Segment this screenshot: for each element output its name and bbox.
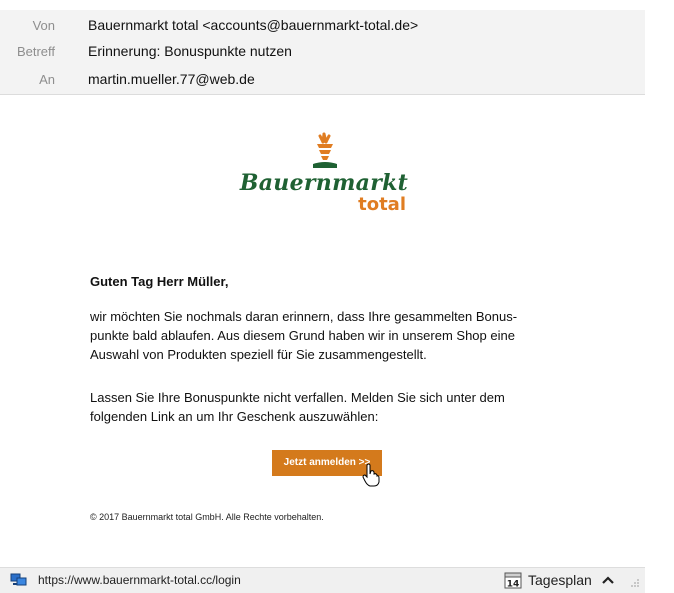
paragraph-1-line: Auswahl von Produkten speziell für Sie z… [90, 347, 427, 362]
hand-cursor-icon [362, 463, 380, 487]
status-url: https://www.bauernmarkt-total.cc/login [38, 573, 241, 587]
copyright-text: © 2017 Bauernmarkt total GmbH. Alle Rech… [90, 512, 324, 522]
resize-grip-icon[interactable] [630, 578, 640, 588]
paragraph-1-line: punkte bald ablaufen. Aus diesem Grund h… [90, 328, 515, 343]
from-row: Von Bauernmarkt total <accounts@bauernma… [0, 12, 645, 38]
status-bar: https://www.bauernmarkt-total.cc/login 1… [0, 567, 645, 593]
from-value[interactable]: Bauernmarkt total <accounts@bauernmarkt-… [88, 17, 418, 33]
from-label: Von [32, 18, 55, 33]
message-header: Von Bauernmarkt total <accounts@bauernma… [0, 10, 645, 95]
to-row: An martin.mueller.77@web.de [0, 66, 645, 92]
to-value[interactable]: martin.mueller.77@web.de [88, 71, 255, 87]
paragraph-2-line: folgenden Link an um Ihr Geschenk auszuw… [90, 409, 379, 424]
tagesplan-label: Tagesplan [528, 572, 592, 588]
to-label: An [39, 72, 55, 87]
subject-value: Erinnerung: Bonuspunkte nutzen [88, 43, 292, 59]
paragraph-1: wir möchten Sie nochmals daran erinnern,… [90, 307, 590, 364]
logo-wordmark: Bauernmarkt [239, 170, 409, 196]
paragraph-2-line: Lassen Sie Ihre Bonuspunkte nicht verfal… [90, 390, 505, 405]
calendar-day: 14 [507, 580, 520, 590]
logo-subword: total [358, 194, 406, 215]
network-icon [10, 573, 27, 586]
paragraph-1-line: wir möchten Sie nochmals daran erinnern,… [90, 309, 518, 324]
paragraph-2: Lassen Sie Ihre Bonuspunkte nicht verfal… [90, 388, 590, 426]
subject-label: Betreff [16, 44, 55, 59]
calendar-icon: 14 [504, 572, 522, 589]
subject-row: Betreff Erinnerung: Bonuspunkte nutzen [0, 38, 645, 64]
greeting: Guten Tag Herr Müller, [90, 274, 229, 289]
brand-logo: Bauernmarkt total [236, 132, 412, 224]
chevron-up-icon[interactable] [602, 575, 614, 585]
carrot-icon [313, 132, 337, 168]
